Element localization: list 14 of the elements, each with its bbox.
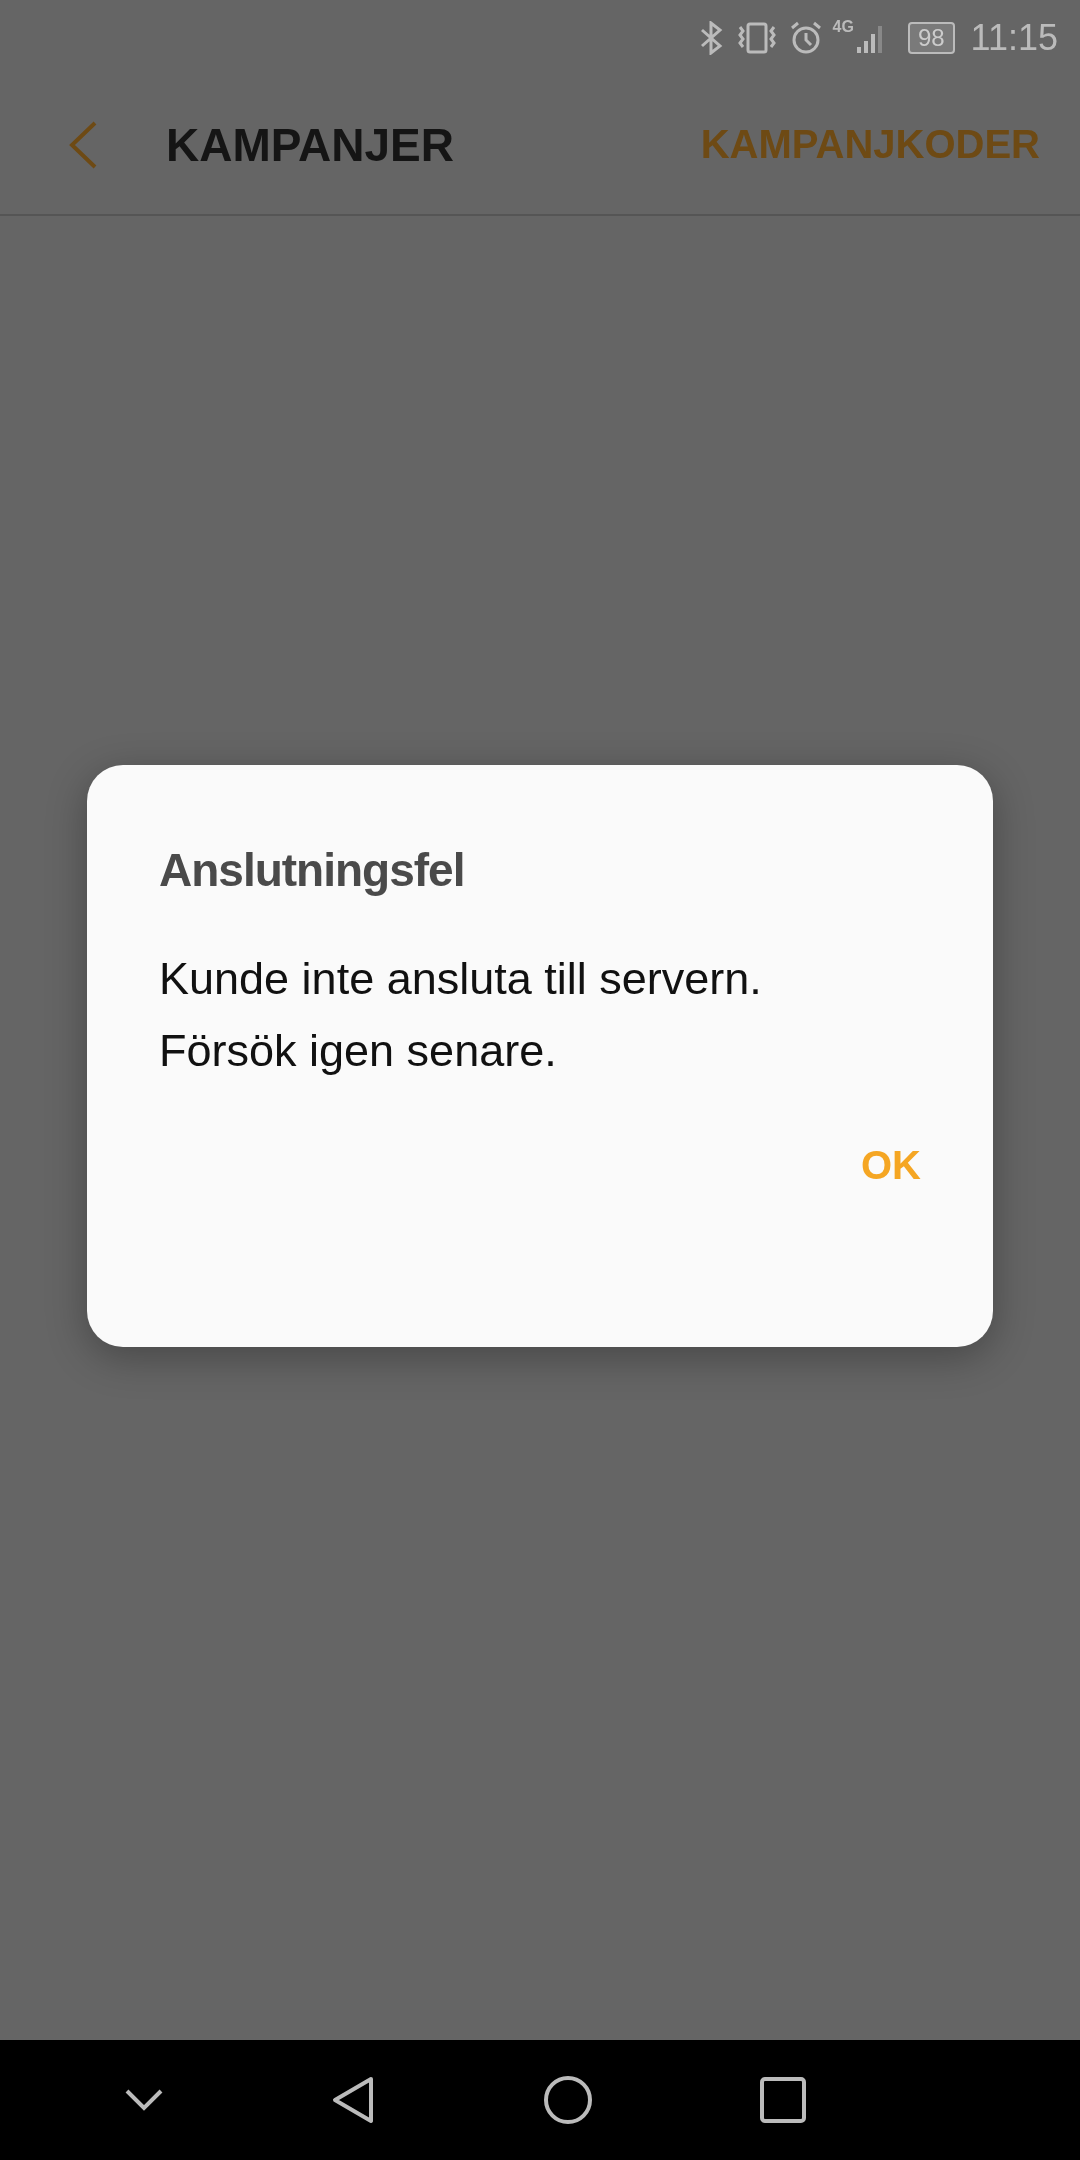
page-title: KAMPANJER	[166, 117, 454, 172]
recents-icon[interactable]	[760, 2077, 807, 2123]
battery-level: 98	[907, 21, 955, 54]
ok-button[interactable]: OK	[849, 1139, 933, 1192]
chevron-down-icon[interactable]	[123, 2088, 164, 2112]
alarm-icon	[788, 20, 823, 55]
bluetooth-icon	[698, 20, 725, 55]
promo-codes-link[interactable]: KAMPANJKODER	[700, 122, 1040, 167]
network-type: 4G	[832, 18, 854, 36]
home-icon[interactable]	[542, 2075, 593, 2125]
back-icon[interactable]	[331, 2075, 376, 2125]
dialog-message: Kunde inte ansluta till servern. Försök igen senare.	[159, 952, 763, 1078]
clock: 11:15	[970, 16, 1058, 59]
dialog-title: Anslutningsfel	[159, 843, 466, 897]
